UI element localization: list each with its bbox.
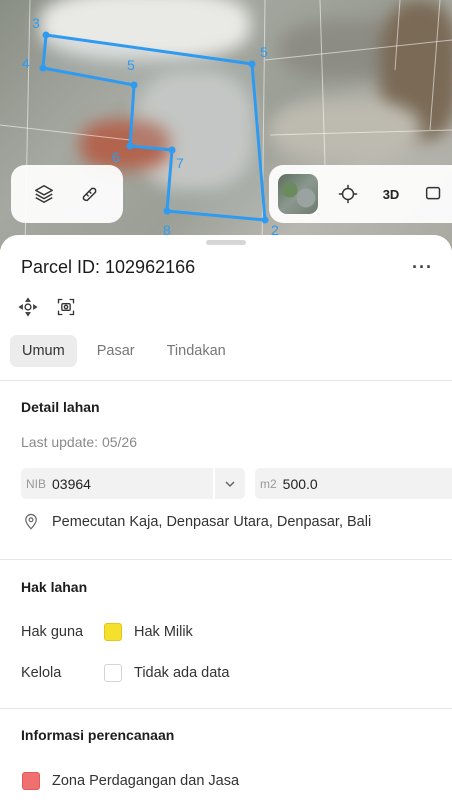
planning-title: Informasi perencanaan: [21, 727, 175, 743]
hak-guna-value: Hak Milik: [134, 624, 193, 640]
nib-prefix: NIB: [26, 476, 47, 491]
tab-pasar[interactable]: Pasar: [85, 335, 147, 367]
layers-icon[interactable]: [26, 176, 62, 212]
drag-handle[interactable]: [206, 240, 246, 245]
address-row: Pemecutan Kaja, Denpasar Utara, Denpasar…: [22, 513, 371, 531]
svg-text:4: 4: [22, 55, 30, 71]
hak-lahan-title: Hak lahan: [21, 579, 88, 595]
svg-text:3: 3: [32, 15, 40, 31]
map-view[interactable]: 3 4 5 6 7 8 2 5 3D: [0, 0, 452, 250]
svg-text:5: 5: [127, 57, 135, 73]
satellite-thumbnail[interactable]: [278, 174, 318, 214]
nib-field[interactable]: NIB 03964: [21, 468, 245, 499]
tab-umum[interactable]: Umum: [10, 335, 77, 367]
divider: [0, 559, 452, 560]
address-text: Pemecutan Kaja, Denpasar Utara, Denpasar…: [52, 514, 372, 530]
parcel-detail-sheet: Parcel ID: 102962166 ··· Umum Pasar Tind…: [0, 235, 452, 804]
svg-text:6: 6: [112, 149, 120, 165]
screenshot-icon[interactable]: [54, 295, 78, 319]
map-tools-right: 3D: [269, 165, 452, 223]
zone-text: Zona Perdagangan dan Jasa: [52, 773, 240, 789]
svg-text:5: 5: [260, 44, 268, 60]
hak-guna-label: Hak guna: [21, 624, 84, 640]
svg-text:7: 7: [176, 155, 184, 171]
kelola-label: Kelola: [21, 665, 62, 681]
kelola-swatch: [104, 664, 122, 682]
nib-value: 03964: [52, 475, 91, 492]
chevron-down-icon[interactable]: [213, 468, 245, 499]
last-update-text: Last update: 05/26: [21, 434, 137, 450]
tab-bar: Umum Pasar Tindakan: [10, 335, 238, 367]
zone-swatch: [22, 772, 40, 790]
area-value: 500.0: [282, 475, 318, 492]
tab-tindakan[interactable]: Tindakan: [155, 335, 238, 367]
3d-button[interactable]: 3D: [366, 187, 416, 202]
detail-lahan-title: Detail lahan: [21, 399, 100, 415]
parcel-title: Parcel ID: 102962166: [21, 257, 196, 277]
area-field[interactable]: m2 500.0: [255, 468, 452, 499]
location-pin-icon: [25, 513, 37, 530]
divider: [0, 380, 452, 381]
area-prefix: m2: [260, 476, 277, 491]
hak-guna-swatch: [104, 623, 122, 641]
quick-actions: [16, 295, 78, 319]
more-options-icon[interactable]: ···: [412, 257, 433, 278]
kelola-value: Tidak ada data: [134, 665, 230, 681]
locate-icon[interactable]: [330, 176, 366, 212]
map-tools-left: [11, 165, 123, 223]
focus-parcel-icon[interactable]: [16, 295, 40, 319]
measure-icon[interactable]: [416, 176, 452, 212]
ruler-icon[interactable]: [72, 176, 108, 212]
divider: [0, 708, 452, 709]
